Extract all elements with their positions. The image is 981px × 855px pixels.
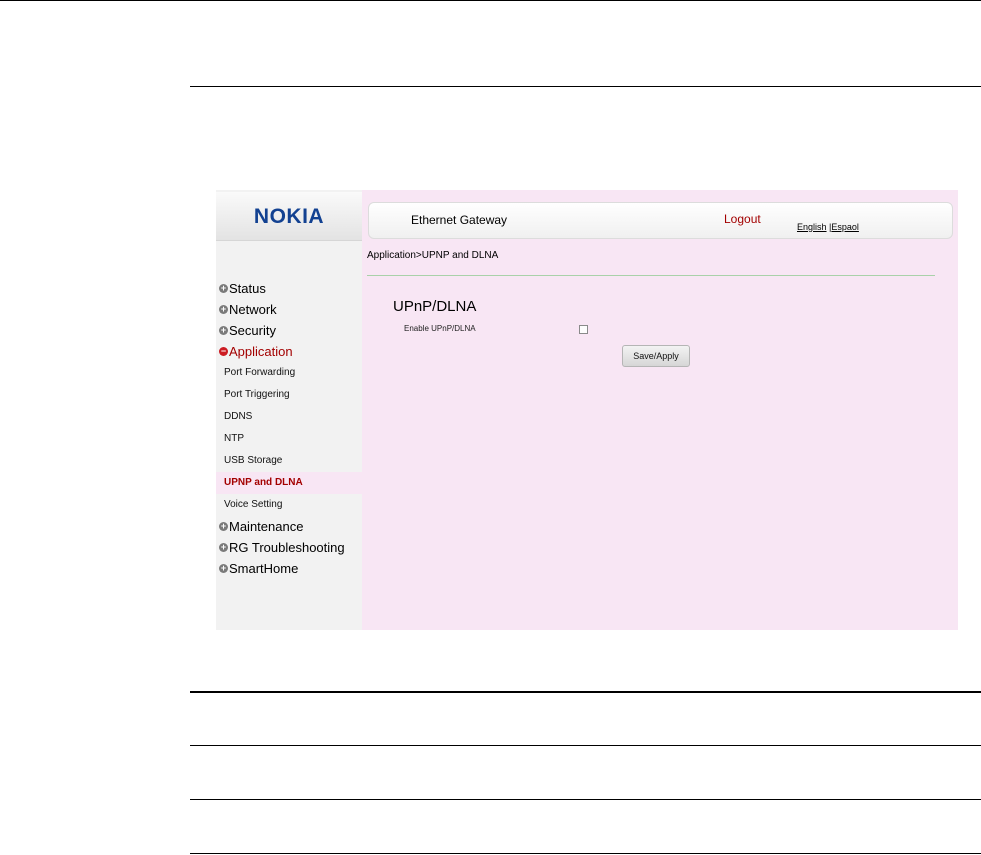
top-rule bbox=[0, 0, 981, 1]
sidebar-item-label: Maintenance bbox=[229, 519, 304, 534]
sidebar-item-security[interactable]: + Security bbox=[216, 320, 362, 341]
lang-spanish-link[interactable]: Espaol bbox=[831, 222, 859, 232]
logout-link[interactable]: Logout bbox=[724, 212, 761, 226]
expand-icon: + bbox=[219, 304, 228, 314]
header-bar: Ethernet Gateway Logout English |Espaol bbox=[368, 202, 953, 239]
table-rule-1 bbox=[190, 691, 981, 693]
page-title: UPnP/DLNA bbox=[393, 298, 477, 315]
enable-upnp-checkbox[interactable] bbox=[579, 325, 588, 334]
lang-english-link[interactable]: English bbox=[797, 222, 827, 232]
expand-icon: + bbox=[219, 542, 228, 552]
sidebar-item-label: SmartHome bbox=[229, 561, 299, 576]
router-ui-screenshot: NOKIA + Status + Network + Security − Applic… bbox=[216, 190, 958, 630]
sidebar-item-application[interactable]: − Application bbox=[216, 341, 362, 362]
sidebar-item-label: Status bbox=[229, 281, 266, 296]
sidebar-item-maintenance[interactable]: + Maintenance bbox=[216, 516, 362, 537]
language-selector: English |Espaol bbox=[797, 222, 859, 232]
expand-icon: + bbox=[219, 283, 228, 293]
sidebar-item-label: Network bbox=[229, 302, 277, 317]
breadcrumb: Application>UPNP and DLNA bbox=[367, 250, 499, 261]
sidebar-menu: + Status + Network + Security − Application … bbox=[216, 278, 362, 579]
sidebar-subitem-port-triggering[interactable]: Port Triggering bbox=[216, 384, 362, 406]
section-rule-top bbox=[190, 86, 981, 87]
logo-area: NOKIA bbox=[216, 192, 362, 241]
sidebar-item-label: Application bbox=[229, 344, 293, 359]
expand-icon: + bbox=[219, 563, 228, 573]
sidebar-item-label: Security bbox=[229, 323, 276, 338]
sidebar-item-network[interactable]: + Network bbox=[216, 299, 362, 320]
enable-upnp-label: Enable UPnP/DLNA bbox=[404, 324, 476, 333]
sidebar-subitem-port-forwarding[interactable]: Port Forwarding bbox=[216, 362, 362, 384]
expand-icon: + bbox=[219, 521, 228, 531]
sidebar-subitem-upnp-dlna[interactable]: UPNP and DLNA bbox=[216, 472, 362, 494]
expand-icon: + bbox=[219, 325, 228, 335]
gateway-title: Ethernet Gateway bbox=[411, 213, 508, 227]
sidebar-subitem-ddns[interactable]: DDNS bbox=[216, 406, 362, 428]
sidebar-subitem-voice-setting[interactable]: Voice Setting bbox=[216, 494, 362, 516]
save-apply-button[interactable]: Save/Apply bbox=[622, 345, 690, 367]
sidebar-subitem-ntp[interactable]: NTP bbox=[216, 428, 362, 450]
sidebar-item-rg-troubleshooting[interactable]: + RG Troubleshooting bbox=[216, 537, 362, 558]
content-divider bbox=[367, 275, 935, 276]
table-rule-3 bbox=[190, 799, 981, 800]
sidebar: NOKIA + Status + Network + Security − Applic… bbox=[216, 190, 362, 630]
table-rule-4 bbox=[190, 853, 981, 854]
sidebar-item-smarthome[interactable]: + SmartHome bbox=[216, 558, 362, 579]
nokia-logo: NOKIA bbox=[253, 205, 325, 228]
table-rule-2 bbox=[190, 745, 981, 746]
sidebar-item-label: RG Troubleshooting bbox=[229, 540, 345, 555]
sidebar-subitem-usb-storage[interactable]: USB Storage bbox=[216, 450, 362, 472]
collapse-icon: − bbox=[219, 346, 228, 356]
sidebar-item-status[interactable]: + Status bbox=[216, 278, 362, 299]
